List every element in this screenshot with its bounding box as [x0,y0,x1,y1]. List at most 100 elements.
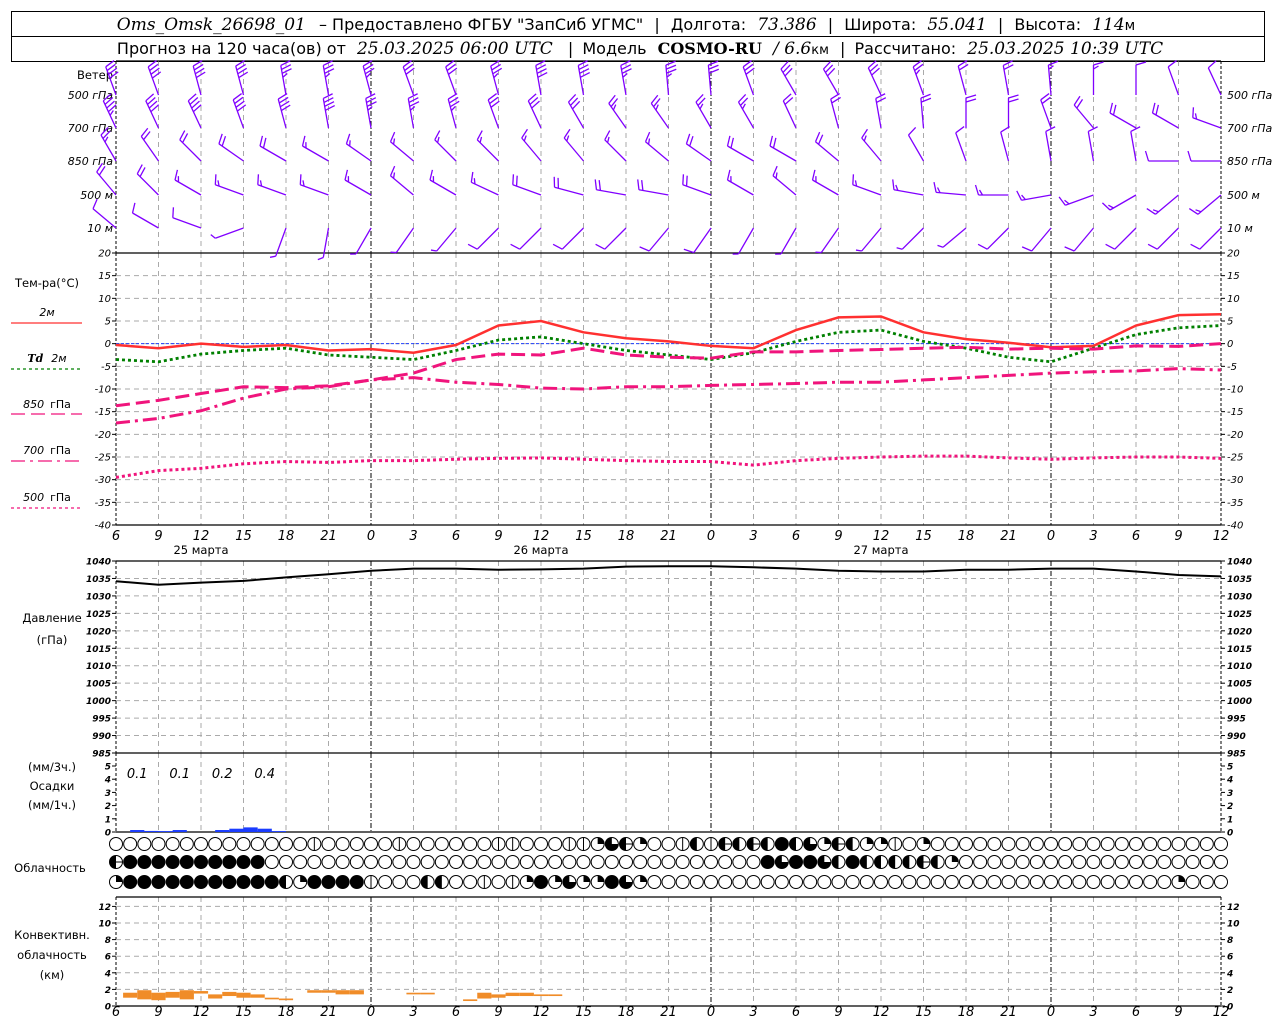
y-tick-label-right: 2 [1227,986,1233,996]
cloud-fill [640,875,647,882]
wind-barb [726,135,754,162]
cloud-circle [123,837,138,851]
cloud-symbol [647,855,662,869]
cloud-circle [463,855,478,869]
barb-staff [322,65,330,96]
wind-barb [1135,61,1147,95]
conv-cloud-bar [420,992,435,995]
x-tick-label: 18 [278,529,295,544]
barb-feather [579,68,590,74]
barb-feather [1109,102,1114,114]
cloud-circle [1015,855,1030,869]
wind-barb [1073,95,1094,129]
cloud-symbol [137,875,152,889]
cloud-circle [732,875,747,889]
barb-feather [139,167,146,177]
y-tick-label: 990 [92,732,111,742]
cloud-symbol [1044,855,1058,869]
x-tick-label: 0 [1047,1005,1055,1020]
cloud-fill [597,837,605,844]
cloud-symbol [463,855,478,869]
barb-feather [622,72,628,78]
cloud-circle [264,855,279,869]
barb-staff [577,65,585,96]
cloud-symbol [562,837,577,851]
sep: | [828,15,833,34]
barb-feather [683,248,694,254]
x-tick-label: 21 [1000,1005,1017,1020]
cloud-circle [704,855,718,869]
barb-staff [1045,131,1052,162]
y-tick-label: 1035 [86,575,111,585]
y-tick-label: 3 [105,789,111,799]
cloud-circle [137,875,152,889]
wind-barb [510,227,542,250]
y-tick-label-right: 1040 [1227,558,1252,568]
y-tick-label: 6 [105,953,111,963]
cloud-symbol [930,855,945,869]
cloud-symbol [1058,875,1073,889]
cloud-symbol [803,875,818,889]
wind-barb [1192,107,1222,129]
barb-feather [708,64,719,70]
barb-staff [1040,99,1052,129]
x-tick-label: 3 [749,1005,757,1020]
cloud-circle [774,837,789,851]
cloud-symbol [845,837,860,851]
cloud-symbol [392,837,407,851]
x-tick-label: 9 [154,529,162,544]
cloud-circle [930,837,945,851]
y-tick-label-right: 2 [1227,802,1233,812]
cloud-symbol [548,855,563,869]
precip-bar [158,831,173,832]
cloud-circle [123,875,138,889]
cloud-circle [661,855,676,869]
cloud-symbol [378,875,393,889]
cloud-circle [194,837,208,851]
cloud-circle [179,855,194,869]
wind-barb [344,169,372,196]
cloud-circle [1029,875,1044,889]
conv-cloud-bar [491,994,506,998]
cloud-circle [1129,837,1143,851]
cloud-circle [151,875,166,889]
cloud-circle [689,875,704,889]
wind-barb [1130,126,1141,162]
cloud-circle [406,875,421,889]
cloud-circle [208,837,223,851]
header-line-2: Прогноз на 120 часа(ов) от 25.03.2025 06… [117,39,1163,59]
cloud-circle [760,855,775,869]
cloud-symbol [449,837,463,851]
wind-barb [1040,93,1052,129]
y-tick-label: 8 [105,936,111,946]
wind-barb [1190,227,1222,250]
cloud-circle [1072,855,1087,869]
wind-barb [235,59,249,96]
cloud-symbol [1086,875,1101,889]
wind-barb [867,60,882,96]
wind-barb [447,92,460,129]
cloud-symbol [123,837,138,851]
x-tick-label: 18 [618,1005,635,1020]
precip-bar [257,828,272,832]
x-tick-label: 0 [707,1005,715,1020]
barb-staff [302,145,329,162]
cloud-symbol [222,875,237,889]
cloud-circle [349,875,364,889]
cloud-symbol [604,875,619,889]
cloud-symbol [1015,875,1030,889]
barb-staff [1156,227,1179,250]
cloud-symbol [179,875,194,889]
cloud-circle [1001,837,1016,851]
cloud-symbol [279,875,293,889]
wind-barb [907,126,925,162]
barb-staff [434,139,457,162]
wind-barb [210,227,244,239]
x-tick-label: 9 [494,529,502,544]
cloud-fill [421,875,428,889]
cloud-symbol [973,875,988,889]
cloud-circle [1157,855,1172,869]
cloud-symbol [1001,855,1016,869]
wind-barb [707,60,720,96]
barb-feather [685,133,691,144]
